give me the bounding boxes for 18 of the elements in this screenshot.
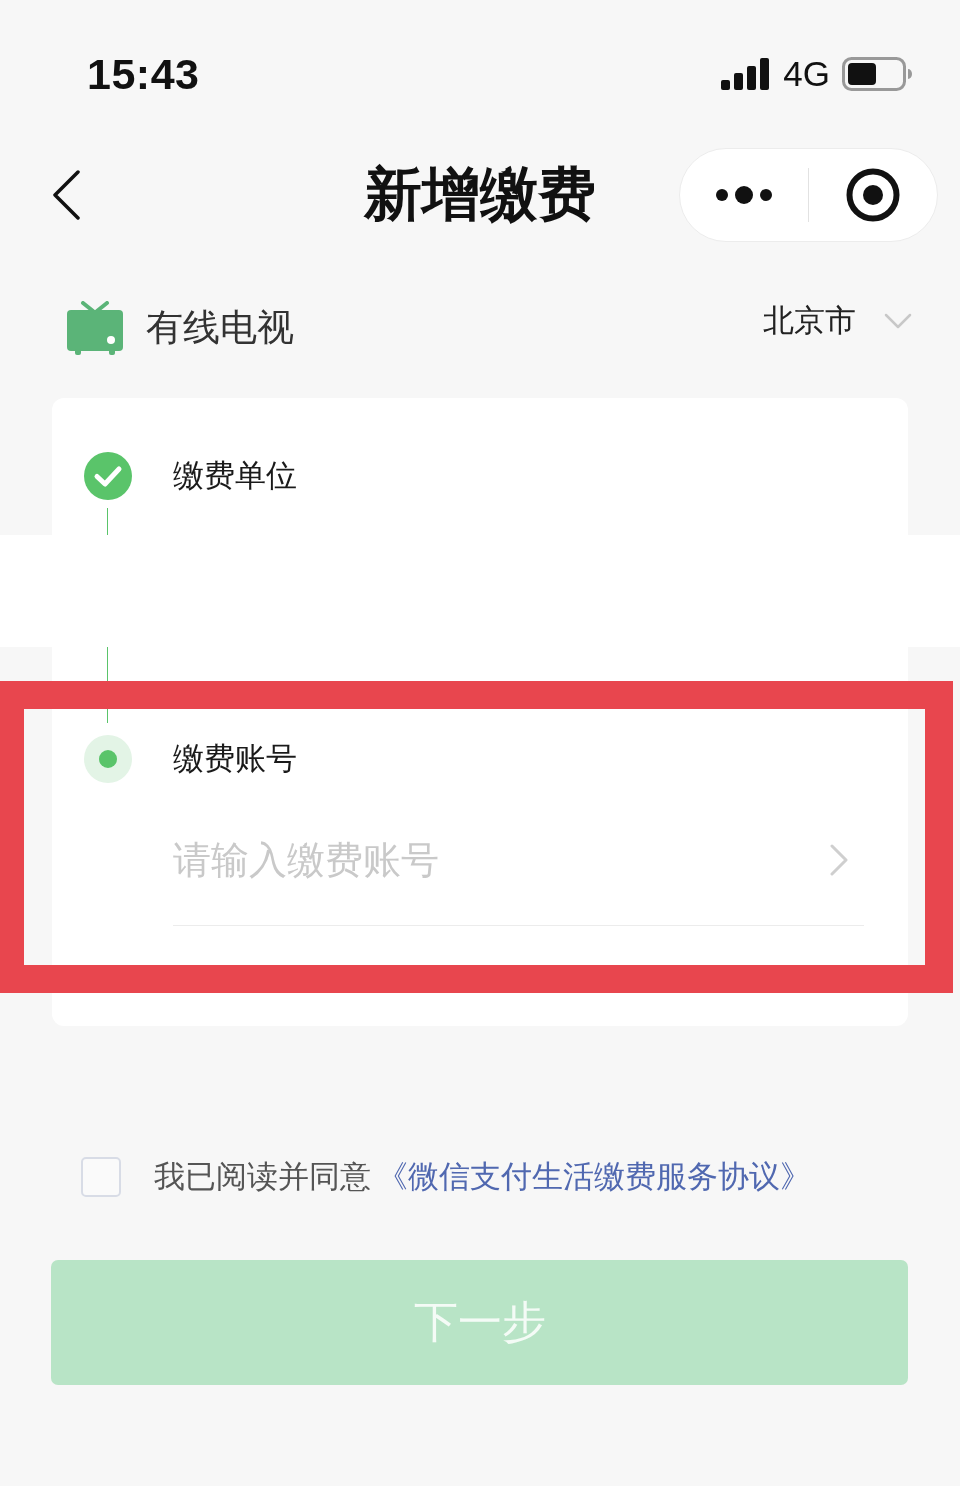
page-title: 新增缴费 <box>364 159 596 230</box>
step-label: 缴费单位 <box>173 456 297 495</box>
agreement-link[interactable]: 《微信支付生活缴费服务协议》 <box>377 1156 811 1198</box>
network-type: 4G <box>783 54 830 94</box>
city-picker[interactable]: 北京市 <box>763 300 912 342</box>
agreement-checkbox[interactable] <box>81 1157 121 1197</box>
more-dots-icon <box>715 186 773 204</box>
chevron-right-icon <box>830 843 848 876</box>
category-name: 有线电视 <box>146 305 294 351</box>
battery-icon <box>842 57 912 91</box>
agreement-text: 我已阅读并同意 <box>154 1157 371 1196</box>
status-time: 15:43 <box>87 49 200 99</box>
step-label: 缴费账号 <box>173 739 297 778</box>
tv-icon <box>67 301 123 355</box>
chevron-left-icon <box>52 170 80 220</box>
chevron-down-icon <box>884 313 912 329</box>
signal-icon <box>721 58 772 90</box>
target-icon <box>846 168 900 222</box>
